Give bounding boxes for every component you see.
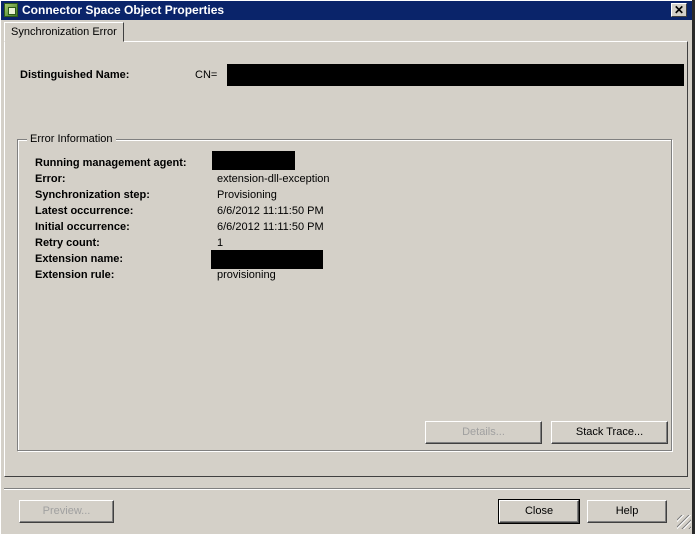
connector-app-icon: [4, 3, 18, 17]
retry-count-label: Retry count:: [35, 237, 100, 249]
distinguished-name-value: CN=: [195, 69, 218, 81]
latest-occurrence-label: Latest occurrence:: [35, 205, 134, 217]
latest-occurrence-value: 6/6/2012 11:11:50 PM: [217, 205, 324, 217]
initial-occurrence-value: 6/6/2012 11:11:50 PM: [217, 221, 324, 233]
title-bar[interactable]: Connector Space Object Properties ✕: [1, 1, 693, 20]
running-management-agent-label: Running management agent:: [35, 157, 187, 169]
resize-grip-icon[interactable]: [677, 515, 691, 529]
synchronization-step-value: Provisioning: [217, 189, 277, 201]
extension-name-label: Extension name:: [35, 253, 124, 265]
retry-count-value: 1: [217, 237, 224, 249]
redaction-bar: [212, 151, 295, 170]
close-icon[interactable]: ✕: [671, 3, 687, 17]
close-button[interactable]: Close: [498, 499, 580, 524]
help-button[interactable]: Help: [587, 500, 667, 523]
redaction-bar: [211, 250, 323, 269]
details-button[interactable]: Details...: [425, 421, 542, 444]
synchronization-step-label: Synchronization step:: [35, 189, 150, 201]
window-title: Connector Space Object Properties: [22, 3, 225, 17]
error-information-title: Error Information: [27, 133, 116, 145]
extension-rule-label: Extension rule:: [35, 269, 115, 281]
extension-rule-value: provisioning: [217, 269, 276, 281]
tab-synchronization-error[interactable]: Synchronization Error: [4, 22, 124, 42]
error-label: Error:: [35, 173, 66, 185]
error-information-group: [17, 139, 672, 451]
error-value: extension-dll-exception: [217, 173, 330, 185]
footer-separator: [4, 488, 690, 490]
redaction-bar: [227, 64, 684, 86]
distinguished-name-label: Distinguished Name:: [20, 69, 130, 81]
preview-button[interactable]: Preview...: [19, 500, 114, 523]
dialog-window: Connector Space Object Properties ✕ Sync…: [0, 0, 693, 534]
stack-trace-button[interactable]: Stack Trace...: [551, 421, 668, 444]
initial-occurrence-label: Initial occurrence:: [35, 221, 130, 233]
